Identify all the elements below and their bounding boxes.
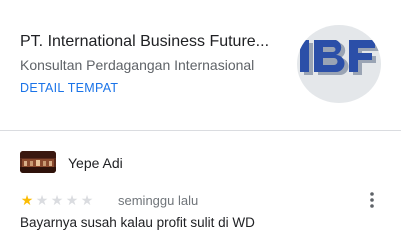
review-text: Bayarnya susah kalau profit sulit di WD [20,215,255,230]
place-category: Konsultan Perdagangan Internasional [20,57,255,73]
place-title[interactable]: PT. International Business Future... [20,33,269,51]
more-vert-icon[interactable] [364,190,380,210]
reviewer-name[interactable]: Yepe Adi [68,155,123,171]
place-logo[interactable] [297,25,381,103]
star-icon: ★ [20,192,34,208]
star-icon: ★ [35,192,49,208]
ibf-logo-graphic [300,40,379,75]
rating-stars: ★ ★ ★ ★ ★ [20,193,94,207]
star-icon: ★ [80,192,94,208]
avatar-image [20,151,56,173]
place-card[interactable]: PT. International Business Future... Kon… [0,0,401,130]
section-divider [0,130,401,131]
place-details-link[interactable]: DETAIL TEMPAT [20,81,118,95]
star-icon: ★ [50,192,64,208]
reviewer-avatar[interactable] [20,151,56,173]
star-icon: ★ [65,192,79,208]
review-time: seminggu lalu [118,193,199,208]
